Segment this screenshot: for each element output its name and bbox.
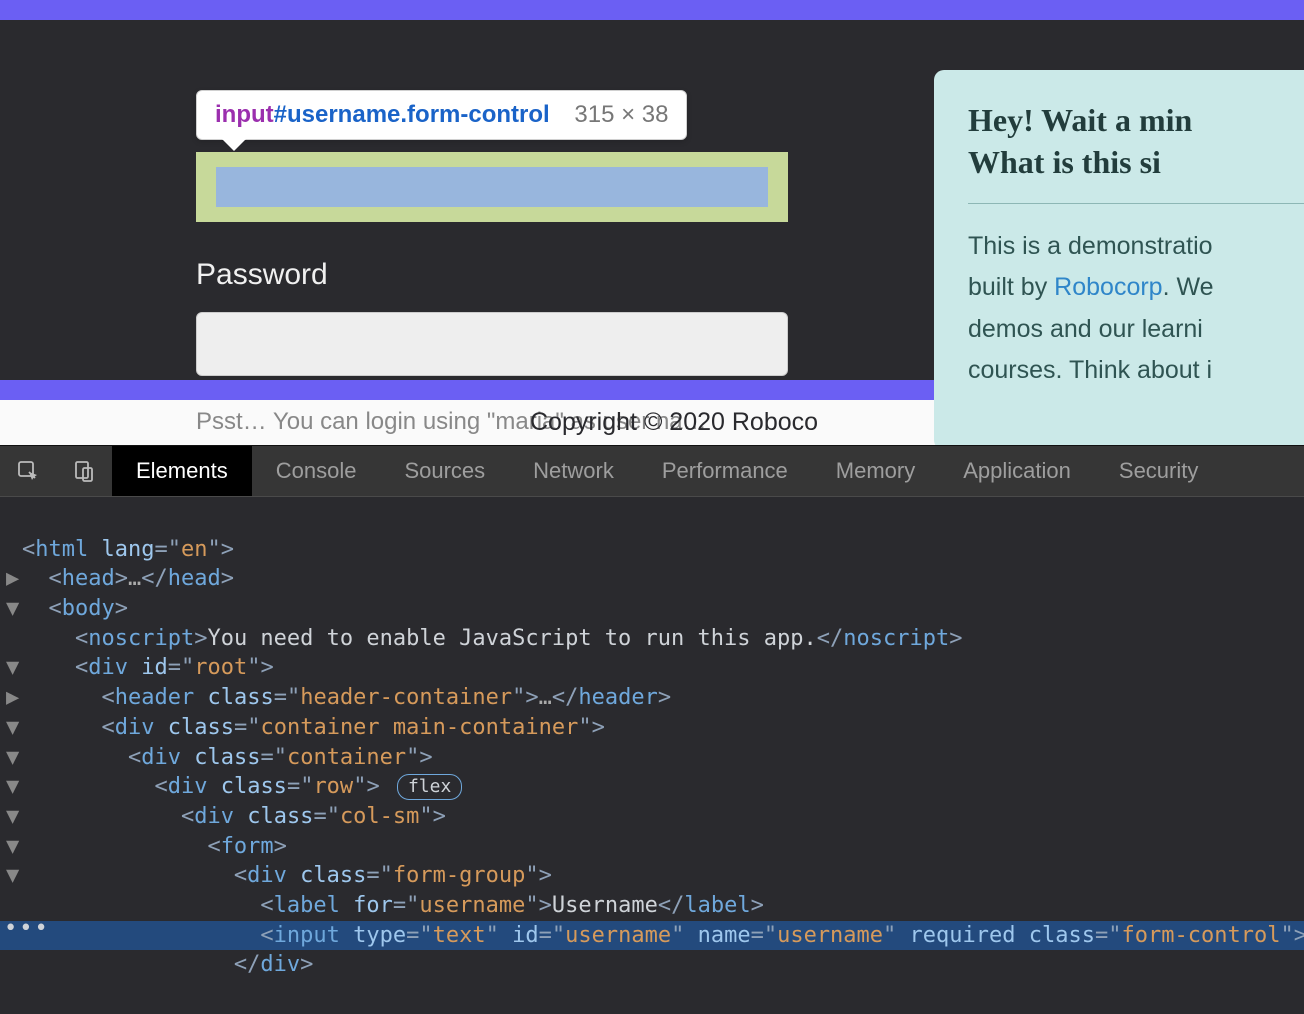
gutter-ellipsis-icon: ••• [4, 914, 50, 944]
dom-node[interactable]: <body> [26, 594, 1304, 624]
tooltip-dimensions: 315 × 38 [574, 101, 668, 128]
password-label: Password [196, 258, 328, 292]
dom-node[interactable] [26, 505, 1304, 535]
devtools-tab-sources[interactable]: Sources [380, 446, 509, 496]
page-viewport: input#username.form-control 315 × 38 Pas… [0, 0, 1304, 445]
inspect-element-icon[interactable] [0, 446, 56, 496]
element-inspect-tooltip: input#username.form-control 315 × 38 [196, 90, 687, 140]
tooltip-id: #username [274, 101, 401, 128]
dom-node[interactable]: <head>…</head> [26, 564, 1304, 594]
dom-node[interactable]: </div> [26, 950, 1304, 980]
dom-node[interactable]: <form> [26, 832, 1304, 862]
devtools-tab-performance[interactable]: Performance [638, 446, 812, 496]
dom-node-selected[interactable]: <input type="text" id="username" name="u… [0, 921, 1304, 951]
username-input[interactable] [216, 167, 768, 207]
devtools-panel: ElementsConsoleSourcesNetworkPerformance… [0, 445, 1304, 1014]
dom-node[interactable]: <div class="form-group"> [26, 861, 1304, 891]
tooltip-tag: input [215, 101, 274, 128]
dom-node[interactable]: <html lang="en"> [26, 535, 1304, 565]
info-card: Hey! Wait a min What is this si This is … [934, 70, 1304, 445]
dom-node[interactable]: <div id="root"> [26, 653, 1304, 683]
header-bar [0, 0, 1304, 20]
dom-node[interactable]: <header class="header-container">…</head… [26, 683, 1304, 713]
dom-node[interactable]: <noscript>You need to enable JavaScript … [26, 624, 1304, 654]
devtools-tab-console[interactable]: Console [252, 446, 381, 496]
dom-node[interactable]: <div class="container"> [26, 743, 1304, 773]
devtools-tab-application[interactable]: Application [939, 446, 1095, 496]
username-input-highlight [196, 152, 788, 222]
devtools-tabbar: ElementsConsoleSourcesNetworkPerformance… [0, 445, 1304, 497]
device-toolbar-icon[interactable] [56, 446, 112, 496]
info-card-divider [968, 203, 1304, 204]
dom-node[interactable]: <div class="col-sm"> [26, 802, 1304, 832]
devtools-tab-security[interactable]: Security [1095, 446, 1222, 496]
dom-node[interactable]: <label for="username">Username</label> [26, 891, 1304, 921]
tooltip-class: .form-control [400, 101, 549, 128]
info-card-body: This is a demonstratio built by Robocorp… [968, 226, 1304, 391]
devtools-tab-memory[interactable]: Memory [812, 446, 939, 496]
devtools-tab-network[interactable]: Network [509, 446, 638, 496]
dom-node[interactable]: <div class="row"> flex [26, 772, 1304, 802]
dom-node[interactable]: <div class="container main-container"> [26, 713, 1304, 743]
copyright-text: Copyright © 2020 Roboco [530, 408, 818, 437]
robocorp-link[interactable]: Robocorp [1054, 273, 1162, 301]
password-input[interactable] [196, 312, 788, 376]
devtools-tab-elements[interactable]: Elements [112, 446, 252, 496]
info-card-heading: Hey! Wait a min What is this si [968, 100, 1304, 183]
elements-dom-tree[interactable]: ••• <html lang="en"> <head>…</head> <bod… [0, 497, 1304, 1014]
